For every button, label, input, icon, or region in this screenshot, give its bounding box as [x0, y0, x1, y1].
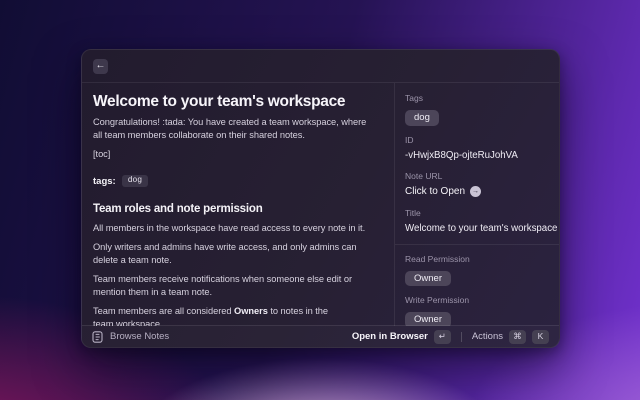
owners-bold-text: Owners [234, 306, 268, 316]
back-arrow-icon: ← [96, 61, 106, 71]
note-id-value: -vHwjxB8Qp-ojteRuJohVA [405, 149, 549, 162]
note-title: Welcome to your team's workspace [93, 93, 388, 110]
window-header: ← [82, 50, 559, 83]
tag-badge: dog [405, 110, 439, 126]
circle-arrow-icon: → [470, 186, 481, 197]
tag-code-chip: dog [122, 175, 148, 187]
write-permission-label: Write Permission [405, 295, 549, 306]
metadata-sidebar: Tags dog ID -vHwjxB8Qp-ojteRuJohVA Note … [394, 83, 559, 326]
write-permission-badge: Owner [405, 312, 451, 326]
browse-notes-button[interactable]: Browse Notes [92, 331, 169, 343]
section-heading: Team roles and note permission [93, 201, 388, 217]
note-url-open-link[interactable]: Click to Open → [405, 185, 549, 199]
id-field-label: ID [405, 135, 549, 146]
paragraph-write-access: Only writers and admins have write acces… [93, 241, 388, 267]
cmd-key-badge: ⌘ [509, 330, 526, 344]
title-field-label: Title [405, 208, 549, 219]
return-icon: ↵ [439, 332, 446, 341]
command-icon: ⌘ [513, 332, 522, 341]
intro-paragraph: Congratulations! :tada: You have created… [93, 116, 388, 142]
tags-field-label: Tags [405, 93, 549, 104]
back-button[interactable]: ← [93, 59, 108, 74]
paragraph-read-access: All members in the workspace have read a… [93, 222, 388, 235]
k-key-badge: K [532, 330, 549, 344]
footer-bar: Browse Notes Open in Browser ↵ Actions ⌘… [82, 325, 559, 347]
read-permission-label: Read Permission [405, 254, 549, 265]
read-permission-badge: Owner [405, 271, 451, 287]
footer-separator [461, 332, 462, 342]
actions-button[interactable]: Actions [472, 331, 503, 342]
title-value: Welcome to your team's workspace [405, 222, 549, 235]
note-preview-pane[interactable]: Welcome to your team's workspace Congrat… [82, 83, 394, 326]
tags-row: tags: dog [93, 173, 388, 189]
note-url-label: Note URL [405, 171, 549, 182]
note-preview-window: ← Welcome to your team's workspace Congr… [81, 49, 560, 348]
paragraph-owners: Team members are all considered Owners t… [93, 305, 388, 326]
toc-marker: [toc] [93, 148, 388, 161]
note-icon [92, 331, 103, 343]
sidebar-divider [395, 244, 559, 245]
tags-label: tags: [93, 176, 116, 187]
paragraph-notifications: Team members receive notifications when … [93, 273, 388, 299]
open-in-browser-button[interactable]: Open in Browser [352, 331, 428, 342]
enter-key-badge: ↵ [434, 330, 451, 344]
